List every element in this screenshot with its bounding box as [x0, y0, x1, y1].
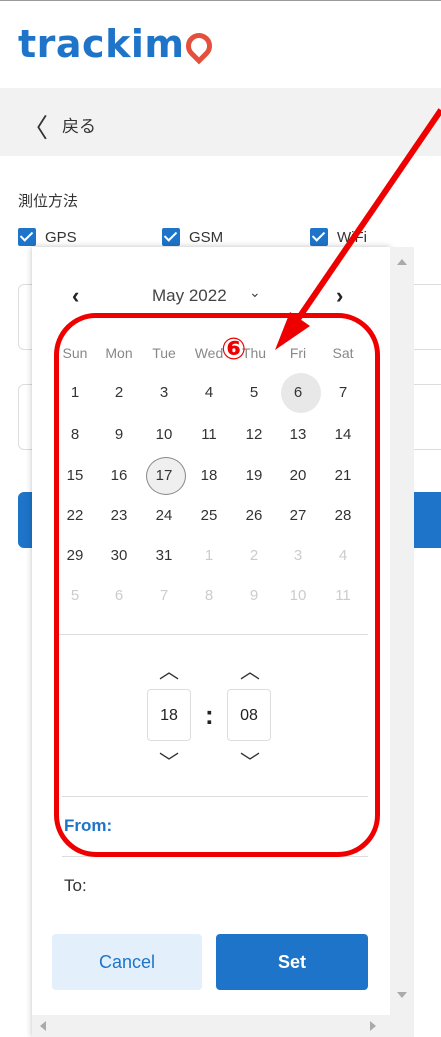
annotation-arrow-icon: [275, 108, 441, 350]
annotation-arrow-shaft: [293, 108, 441, 324]
annotation-arrow-head: [275, 312, 310, 350]
